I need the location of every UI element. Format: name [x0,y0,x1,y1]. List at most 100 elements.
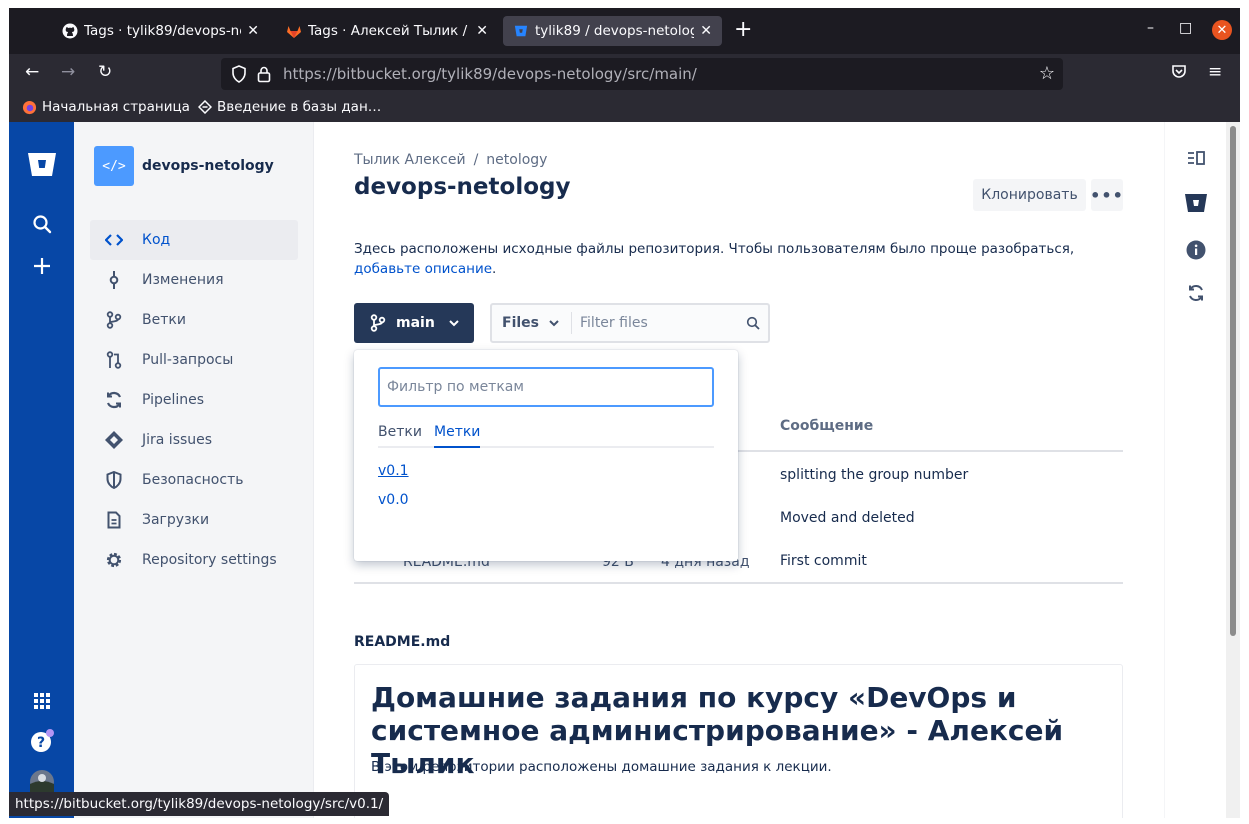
lock-icon[interactable] [257,65,271,87]
window-close-button[interactable]: ✕ [1212,20,1232,40]
sidebar-item-jira-issues[interactable]: Jira issues [90,420,298,460]
browser-window: Tags · tylik89/devops-net ✕ Tags · Алекс… [9,8,1240,818]
search-icon[interactable] [9,214,74,234]
chevron-down-icon[interactable] [549,317,559,330]
clone-button[interactable]: Клонировать [973,179,1086,211]
gear-icon [104,551,124,569]
add-description-link[interactable]: добавьте описание [354,261,492,277]
tab-bar: Tags · tylik89/devops-net ✕ Tags · Алекс… [9,8,1240,54]
link-status-bar: https://bitbucket.org/tylik89/devops-net… [9,792,390,816]
scrollbar-thumb[interactable] [1230,126,1236,636]
sidebar-item-code[interactable]: Код [90,220,298,260]
bookmark-databases[interactable]: Введение в базы дан… [198,99,381,115]
bitbucket-logo-icon[interactable] [9,150,74,178]
repo-name[interactable]: devops-netology [142,158,274,174]
sidebar-item-branches[interactable]: Ветки [90,300,298,340]
close-icon[interactable]: ✕ [247,23,259,39]
svg-text:?: ? [36,735,44,751]
tag-item[interactable]: v0.1 [378,463,409,479]
sync-icon[interactable] [1165,284,1227,302]
minimize-button[interactable]: – [1147,20,1154,36]
tab-github-tags[interactable]: Tags · tylik89/devops-net ✕ [52,16,269,46]
commit-icon [104,271,124,289]
pipelines-icon [104,391,124,409]
breadcrumb-owner[interactable]: Тылик Алексей [354,152,466,168]
tag-filter-input[interactable] [378,367,714,407]
global-nav: ? [9,122,74,818]
bookmark-star-icon[interactable]: ☆ [1039,63,1055,84]
gitlab-icon [286,23,302,39]
maximize-button[interactable]: □ [1179,20,1192,36]
branch-icon [104,311,124,329]
tag-item[interactable]: v0.0 [378,492,409,508]
nav-bar: ← → ↻ https://bitbucket.org/tylik89/devo… [9,54,1240,94]
repo-description: Здесь расположены исходные файлы репозит… [354,241,1075,277]
url-text[interactable]: https://bitbucket.org/tylik89/devops-net… [283,65,697,83]
branch-selector-button[interactable]: main [354,303,474,343]
link-icon [198,100,212,114]
sidebar-item-pipelines[interactable]: Pipelines [90,380,298,420]
readme-panel: Домашние задания по курсу «DevOps и сист… [354,664,1123,818]
readme-heading: README.md [354,634,451,650]
avatar[interactable] [9,770,74,794]
pocket-icon[interactable] [1171,64,1187,85]
github-icon [62,23,78,39]
download-icon [104,511,124,529]
sidebar-item-downloads[interactable]: Загрузки [90,500,298,540]
sidebar-item-pull-requests[interactable]: Pull-запросы [90,340,298,380]
column-header-message: Сообщение [780,418,874,434]
more-actions-button[interactable]: ••• [1090,179,1123,211]
sidebar-item-repository-settings[interactable]: Repository settings [90,540,298,580]
repo-avatar[interactable]: </> [94,146,134,186]
help-icon[interactable]: ? [9,728,74,754]
sidebar-item-commits[interactable]: Изменения [90,260,298,300]
back-arrow-icon[interactable]: ← [25,62,39,82]
new-tab-button[interactable]: + [734,18,752,42]
table-row-message[interactable]: First commit [780,553,867,569]
close-icon[interactable]: ✕ [476,23,488,39]
jira-icon [104,431,124,449]
sidebar-item-security[interactable]: Безопасность [90,460,298,500]
url-bar[interactable]: https://bitbucket.org/tylik89/devops-net… [221,58,1063,90]
files-dropdown[interactable]: Files [502,315,539,331]
screen: Tags · tylik89/devops-net ✕ Tags · Алекс… [0,0,1249,824]
bookmarks-bar: Начальная страница Введение в базы дан… [9,94,1240,122]
right-rail [1164,122,1226,818]
tab-bitbucket-repo[interactable]: tylik89 / devops-netology ✕ [503,16,722,46]
shield-icon [104,471,124,489]
filter-files-input[interactable]: Filter files [580,315,746,331]
scrollbar[interactable] [1226,122,1240,818]
branch-icon [370,314,386,332]
table-row-message[interactable]: Moved and deleted [780,510,915,526]
main-content: Тылик Алексей / netology devops-netology К… [314,122,1164,818]
chevron-down-icon [449,317,459,330]
table-row-message[interactable]: splitting the group number [780,467,968,483]
repo-sidebar: </> devops-netology Код Изменения Ветки … [74,122,314,818]
app-switcher-icon[interactable] [9,692,74,710]
popup-tabs: Ветки Метки [378,422,714,448]
page-title: devops-netology [354,174,571,200]
branch-tag-popup: Ветки Метки v0.1 v0.0 [354,350,738,561]
tab-gitlab-tags[interactable]: Tags · Алексей Тылик / d ✕ [276,16,498,46]
menu-icon[interactable]: ≡ [1208,62,1222,82]
readme-text: В этом репозитории расположены домашние … [371,759,832,775]
panel-toggle-icon[interactable] [1165,150,1227,166]
tab-branches[interactable]: Ветки [378,424,422,440]
info-icon[interactable] [1165,240,1227,260]
close-icon[interactable]: ✕ [700,23,712,39]
bitbucket-icon [513,23,529,39]
create-plus-icon[interactable] [9,256,74,276]
tab-tags[interactable]: Метки [434,424,481,448]
search-icon[interactable] [746,316,760,330]
shield-tracking-icon[interactable] [231,65,247,87]
pull-request-icon [104,351,124,369]
bookmark-start-page[interactable]: Начальная страница [22,99,190,115]
code-icon [104,233,124,247]
forward-arrow-icon[interactable]: → [61,62,75,82]
table-bottom-divider [354,582,1123,584]
firefox-icon [22,100,37,115]
breadcrumb-project[interactable]: netology [486,152,547,168]
bitbucket-icon[interactable] [1165,192,1227,214]
reload-icon[interactable]: ↻ [98,62,112,82]
file-filter-box: Files Filter files [490,303,770,343]
